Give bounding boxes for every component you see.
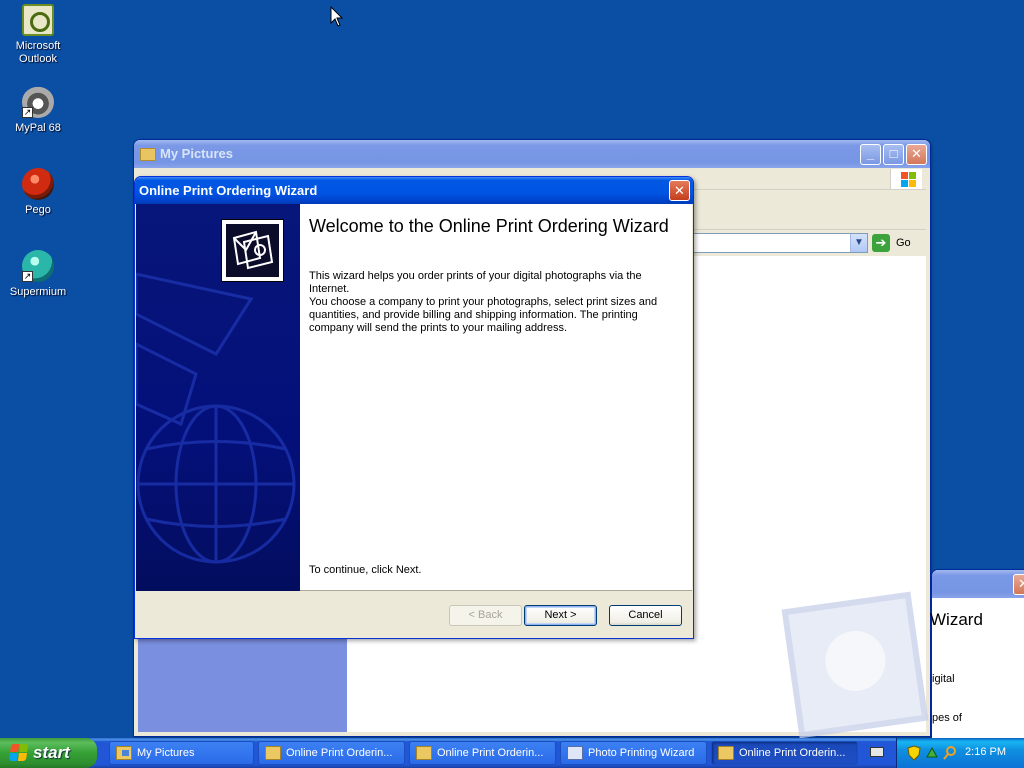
taskbar: start My Pictures Online Print Orderin..… [0,738,1024,768]
start-label: start [33,743,70,762]
pictures-folder-icon [140,147,156,161]
back-button[interactable]: < Back [449,605,522,626]
taskbar-item-label: Online Print Orderin... [739,747,846,759]
desktop-icon-label: Pego [25,204,51,216]
search-icon[interactable] [943,745,957,761]
go-arrow-icon: ➔ [872,234,890,252]
taskbar-item-label: My Pictures [137,747,195,759]
network-icon[interactable] [925,745,939,761]
security-shield-icon[interactable] [907,745,921,761]
keyboard-icon[interactable] [870,747,884,757]
taskbar-item-print-wizard-3[interactable]: Online Print Orderin... [711,741,858,765]
desktop-icon-pego[interactable]: Pego [0,168,76,217]
my-pictures-title: My Pictures [160,146,233,161]
desktop-icon-outlook[interactable]: Microsoft Outlook [0,4,76,66]
windows-flag-icon [890,169,922,189]
taskbar-item-label: Online Print Orderin... [437,747,544,759]
folder-icon [265,746,281,760]
close-button[interactable]: ✕ [1013,573,1024,595]
supermium-icon: ↗ [22,250,54,282]
desktop-icon-label: Supermium [9,286,67,298]
desktop-icon-mypal[interactable]: ↗ MyPal 68 [0,86,76,135]
minimize-button[interactable]: _ [860,143,881,165]
wizard-content: Welcome to the Online Print Ordering Wiz… [300,204,692,591]
pictures-folder-icon [116,746,132,760]
outlook-icon [22,4,54,36]
start-button[interactable]: start [0,738,97,768]
maximize-button[interactable]: □ [883,143,904,165]
wizard-text-fragment: pes of [932,712,962,724]
clock[interactable]: 2:16 PM [965,746,1006,758]
go-label: Go [896,237,911,249]
close-button[interactable]: ✕ [906,143,927,165]
desktop-icon-label: Microsoft Outlook [15,40,61,65]
folder-icon [718,746,734,760]
folder-icon [416,746,432,760]
desktop-icon-label: MyPal 68 [15,122,61,134]
next-button[interactable]: Next > [524,605,597,626]
wizard-title: Online Print Ordering Wizard [139,182,318,198]
my-pictures-titlebar[interactable]: My Pictures _ □ ✕ [134,140,930,168]
windows-logo-icon [8,744,30,762]
desktop-icon-supermium[interactable]: ↗ Supermium [0,250,76,299]
close-button[interactable]: ✕ [669,180,690,201]
wizard-text-fragment: igital [932,673,955,685]
wizard-logo-icon [221,219,284,282]
system-tray: 2:16 PM [870,738,1024,768]
chevron-down-icon[interactable]: ▼ [850,234,867,252]
wizard-description-text: You choose a company to print your photo… [309,296,658,334]
pego-icon [22,168,54,200]
shortcut-arrow-icon: ↗ [22,107,33,118]
shortcut-arrow-icon: ↗ [22,271,33,282]
taskbar-item-label: Online Print Orderin... [286,747,393,759]
wizard-heading: Welcome to the Online Print Ordering Wiz… [309,216,669,236]
mypal-icon: ↗ [22,86,54,118]
wizard-continue-hint: To continue, click Next. [309,564,422,576]
wizard-intro-text: This wizard helps you order prints of yo… [309,270,642,295]
wizard-body: Welcome to the Online Print Ordering Wiz… [136,204,692,637]
photo-printing-titlebar[interactable]: ✕ [932,570,1024,598]
wizard-heading-fragment: Wizard [930,610,983,629]
taskbar-item-print-wizard-2[interactable]: Online Print Orderin... [409,741,556,765]
taskbar-item-my-pictures[interactable]: My Pictures [109,741,254,765]
cancel-button[interactable]: Cancel [609,605,682,626]
photo-printing-wizard-window[interactable]: ✕ Wizard igital pes of [930,569,1024,739]
wizard-icon [567,746,583,760]
taskbar-item-print-wizard-1[interactable]: Online Print Orderin... [258,741,405,765]
online-print-ordering-wizard[interactable]: Online Print Ordering Wizard ✕ Welcome t… [134,176,694,639]
wizard-side-banner [136,204,300,591]
photo-watermark-graphic [781,591,929,739]
taskbar-item-label: Photo Printing Wizard [588,747,695,759]
go-button[interactable]: ➔ Go [872,233,922,253]
taskbar-item-photo-printing-wizard[interactable]: Photo Printing Wizard [560,741,707,765]
wizard-button-row: < Back Next > Cancel [136,592,692,639]
wizard-titlebar[interactable]: Online Print Ordering Wizard ✕ [135,177,693,204]
